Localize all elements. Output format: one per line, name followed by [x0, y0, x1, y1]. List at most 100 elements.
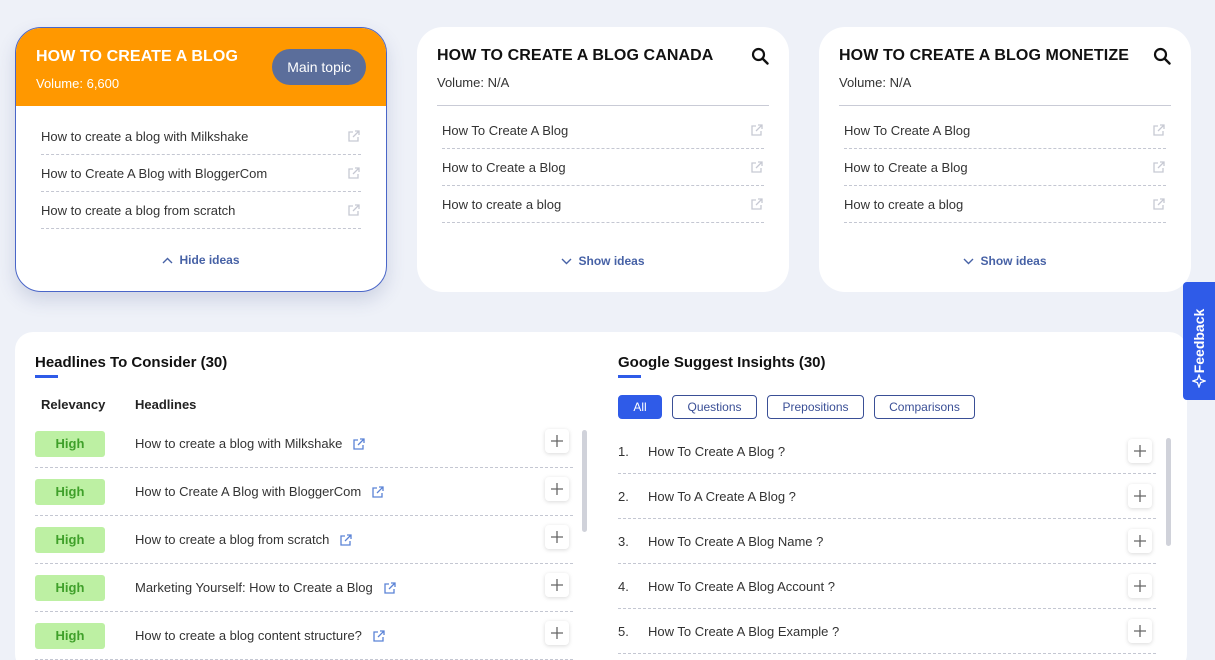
idea-text: How to Create a Blog — [442, 159, 566, 175]
idea-item[interactable]: How to create a blog from scratch — [41, 192, 361, 229]
add-button[interactable] — [1128, 529, 1152, 553]
idea-item[interactable]: How To Create A Blog — [844, 112, 1166, 149]
plus-icon — [551, 627, 563, 639]
item-number: 3. — [618, 533, 629, 549]
filter-chip-comparisons[interactable]: Comparisons — [874, 395, 975, 419]
topic-card: HOW TO CREATE A BLOG CANADA Volume: N/A … — [417, 27, 789, 292]
external-link-icon[interactable] — [750, 123, 764, 137]
item-number: 5. — [618, 623, 629, 639]
headline-text: How to create a blog from scratch — [135, 532, 330, 547]
plus-icon — [1134, 535, 1146, 547]
idea-list: How To Create A Blog How to Create a Blo… — [819, 112, 1191, 223]
add-button[interactable] — [1128, 619, 1152, 643]
chevron-down-icon — [963, 258, 974, 265]
list-item: 4. How To Create A Blog Account ? — [618, 564, 1156, 609]
topic-card-header: HOW TO CREATE A BLOG CANADA Volume: N/A — [417, 27, 789, 105]
item-number: 1. — [618, 443, 629, 459]
suggest-scrollbar[interactable] — [1166, 438, 1171, 546]
table-row: High How to create a blog with Milkshake — [35, 420, 573, 468]
chevron-down-icon — [561, 258, 572, 265]
table-row: High How to create a blog from scratch — [35, 516, 573, 564]
external-link-icon[interactable] — [383, 581, 397, 595]
topic-card-main: HOW TO CREATE A BLOG Volume: 6,600 Main … — [15, 27, 387, 292]
idea-text: How to create a blog — [844, 196, 964, 212]
add-button[interactable] — [545, 429, 569, 453]
topic-card-header: HOW TO CREATE A BLOG Volume: 6,600 Main … — [16, 28, 386, 106]
relevancy-badge: High — [35, 622, 105, 649]
item-number: 4. — [618, 578, 629, 594]
sparkle-icon — [1192, 374, 1206, 388]
filter-chip-all[interactable]: All — [618, 395, 662, 419]
add-button[interactable] — [545, 573, 569, 597]
external-link-icon[interactable] — [347, 166, 361, 180]
topic-volume: Volume: N/A — [437, 75, 510, 90]
idea-item[interactable]: How to Create a Blog — [844, 149, 1166, 186]
plus-icon — [551, 579, 563, 591]
external-link-icon[interactable] — [1152, 123, 1166, 137]
plus-icon — [1134, 625, 1146, 637]
plus-icon — [551, 483, 563, 495]
idea-item[interactable]: How to Create a Blog — [442, 149, 764, 186]
idea-item[interactable]: How to create a blog — [442, 186, 764, 223]
suggest-text: How To Create A Blog ? — [648, 443, 786, 459]
list-item: 1. How To Create A Blog ? — [618, 429, 1156, 474]
headline-text: How to create a blog content structure? — [135, 628, 362, 643]
toggle-label: Hide ideas — [179, 253, 240, 267]
main-topic-button[interactable]: Main topic — [272, 49, 366, 85]
idea-item[interactable]: How to Create A Blog with BloggerCom — [41, 155, 361, 192]
headlines-scrollbar[interactable] — [582, 430, 587, 532]
plus-icon — [1134, 445, 1146, 457]
suggest-text: How To Create A Blog Account ? — [648, 578, 835, 594]
idea-list: How To Create A Blog How to Create a Blo… — [417, 112, 789, 223]
external-link-icon[interactable] — [750, 197, 764, 211]
headline-text: How to create a blog with Milkshake — [135, 436, 343, 451]
plus-icon — [1134, 490, 1146, 502]
feedback-tab[interactable]: Feedback — [1183, 282, 1215, 400]
idea-item[interactable]: How to create a blog — [844, 186, 1166, 223]
external-link-icon[interactable] — [339, 533, 353, 547]
relevancy-badge: High — [35, 430, 105, 457]
item-number: 2. — [618, 488, 629, 504]
relevancy-badge: High — [35, 526, 105, 553]
topic-card-header: HOW TO CREATE A BLOG MONETIZE Volume: N/… — [819, 27, 1191, 105]
idea-item[interactable]: How to create a blog with Milkshake — [41, 118, 361, 155]
relevancy-column-header: Relevancy — [41, 397, 106, 412]
external-link-icon[interactable] — [347, 203, 361, 217]
external-link-icon[interactable] — [750, 160, 764, 174]
add-button[interactable] — [1128, 484, 1152, 508]
show-ideas-button[interactable]: Show ideas — [819, 254, 1191, 268]
list-item: 5. How To Create A Blog Example ? — [618, 609, 1156, 654]
plus-icon — [551, 531, 563, 543]
external-link-icon[interactable] — [372, 629, 386, 643]
insights-panel: Headlines To Consider (30) Relevancy Hea… — [15, 332, 1187, 660]
hide-ideas-button[interactable]: Hide ideas — [16, 253, 386, 267]
idea-text: How to create a blog with Milkshake — [41, 128, 249, 144]
filter-chip-prepositions[interactable]: Prepositions — [767, 395, 864, 419]
external-link-icon[interactable] — [347, 129, 361, 143]
idea-text: How to create a blog — [442, 196, 562, 212]
chevron-up-icon — [162, 257, 173, 264]
headlines-column-header: Headlines — [135, 397, 197, 412]
add-button[interactable] — [545, 621, 569, 645]
add-button[interactable] — [1128, 574, 1152, 598]
search-icon[interactable] — [1153, 47, 1171, 65]
external-link-icon[interactable] — [1152, 197, 1166, 211]
table-row: High How to Create A Blog with BloggerCo… — [35, 468, 573, 516]
relevancy-badge: High — [35, 478, 105, 505]
table-row: High Marketing Yourself: How to Create a… — [35, 564, 573, 612]
list-item: 2. How To A Create A Blog ? — [618, 474, 1156, 519]
suggest-text: How To Create A Blog Example ? — [648, 623, 840, 639]
topic-title: HOW TO CREATE A BLOG MONETIZE — [839, 47, 1130, 64]
search-icon[interactable] — [751, 47, 769, 65]
external-link-icon[interactable] — [352, 437, 366, 451]
external-link-icon[interactable] — [1152, 160, 1166, 174]
google-suggest-title: Google Suggest Insights (30) — [618, 354, 826, 371]
add-button[interactable] — [545, 477, 569, 501]
add-button[interactable] — [545, 525, 569, 549]
add-button[interactable] — [1128, 439, 1152, 463]
filter-chip-questions[interactable]: Questions — [672, 395, 757, 419]
headlines-title: Headlines To Consider (30) — [35, 354, 228, 371]
idea-item[interactable]: How To Create A Blog — [442, 112, 764, 149]
external-link-icon[interactable] — [371, 485, 385, 499]
show-ideas-button[interactable]: Show ideas — [417, 254, 789, 268]
